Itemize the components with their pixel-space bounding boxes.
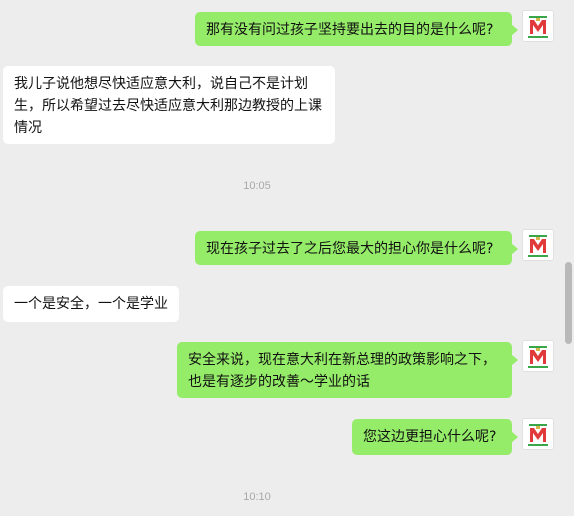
avatar[interactable] — [522, 10, 554, 42]
outgoing-message[interactable]: 您这边更担心什么呢? — [352, 419, 518, 455]
outgoing-message[interactable]: 安全来说，现在意大利在新总理的政策影响之下，也是有逐步的改善～学业的话 — [177, 342, 518, 398]
timestamp: 10:10 — [243, 491, 271, 503]
timestamp: 10:05 — [243, 180, 271, 192]
avatar[interactable] — [522, 340, 554, 372]
incoming-message[interactable]: 一个是安全，一个是学业 — [3, 286, 179, 322]
avatar[interactable] — [522, 229, 554, 261]
school-logo-icon — [523, 419, 553, 449]
school-logo-icon — [523, 341, 553, 371]
outgoing-message[interactable]: 那有没有问过孩子坚持要出去的目的是什么呢? — [195, 12, 518, 46]
scrollbar-thumb[interactable] — [565, 262, 572, 344]
incoming-message[interactable]: 我儿子说他想尽快适应意大利，说自己不是计划生，所以希望过去尽快适应意大利那边教授… — [3, 66, 335, 144]
chat-area: 那有没有问过孩子坚持要出去的目的是什么呢? 我儿子说他想尽快适应意大利，说自己不… — [0, 0, 574, 516]
avatar[interactable] — [522, 418, 554, 450]
school-logo-icon — [523, 11, 553, 41]
outgoing-message[interactable]: 现在孩子过去了之后您最大的担心你是什么呢? — [195, 231, 518, 265]
school-logo-icon — [523, 230, 553, 260]
